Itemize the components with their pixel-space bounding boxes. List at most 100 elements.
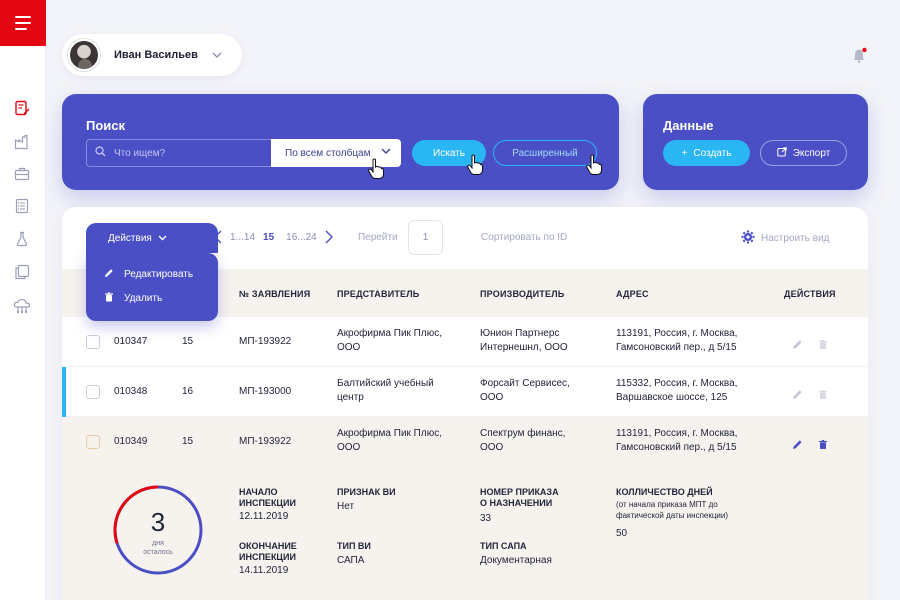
- page-range-after[interactable]: 16...24: [286, 232, 317, 243]
- sort-by-id-button[interactable]: Сортировать по ID: [481, 232, 567, 243]
- data-panel: Данные + Создать Экспорт: [643, 94, 868, 190]
- column-header[interactable]: ПРОИЗВОДИТЕЛЬ: [480, 289, 564, 299]
- menu-item-edit[interactable]: Редактировать: [104, 268, 193, 281]
- trash-icon[interactable]: [818, 387, 830, 399]
- side-rail: [0, 0, 46, 600]
- document-edit-icon[interactable]: [12, 98, 32, 118]
- cell-representative: Акрофирма Пик Плюс, ООО: [337, 328, 442, 353]
- row-checkbox[interactable]: [86, 435, 100, 449]
- sapa-type-label: ТИП САПА: [480, 541, 527, 551]
- user-profile-dropdown[interactable]: Иван Васильев: [62, 34, 242, 76]
- search-scope-value: По всем столбцам: [285, 147, 371, 159]
- bell-icon[interactable]: [851, 46, 869, 64]
- hand-cursor-icon: [368, 158, 384, 179]
- cell-representative: Акрофирма Пик Плюс, ООО: [337, 428, 442, 453]
- cell-address: 113191, Россия, г. Москва, Гамсоновский п…: [616, 328, 738, 353]
- cell-manufacturer: Форсайт Сервисес, ООО: [480, 378, 570, 403]
- column-header: ДЕЙСТВИЯ: [784, 289, 836, 299]
- actions-dropdown-button[interactable]: Действия: [86, 223, 218, 253]
- pencil-icon[interactable]: [792, 337, 804, 349]
- search-input-wrapper[interactable]: [86, 139, 272, 167]
- cell-manufacturer: Спектрум финанс, ООО: [480, 428, 566, 453]
- flask-icon[interactable]: [12, 229, 32, 249]
- configure-view-label: Настроить вид: [761, 233, 830, 244]
- pencil-icon[interactable]: [792, 387, 804, 399]
- gear-icon: [741, 230, 755, 247]
- menu-item-label: Редактировать: [124, 269, 194, 280]
- cell-application: МП-193000: [239, 386, 292, 397]
- cell-manufacturer: Юнион Партнерс Интернешнл, ООО: [480, 328, 568, 353]
- pencil-icon[interactable]: [792, 437, 804, 449]
- chevron-down-icon: [381, 146, 391, 157]
- column-header[interactable]: № ЗАЯВЛЕНИЯ: [239, 289, 310, 299]
- checklist-icon[interactable]: [12, 196, 32, 216]
- export-button[interactable]: Экспорт: [760, 140, 847, 166]
- menu-item-delete[interactable]: Удалить: [104, 292, 162, 305]
- create-label: Создать: [693, 147, 732, 159]
- goto-page-input[interactable]: 1: [408, 220, 443, 255]
- order-number-value: 33: [480, 513, 492, 524]
- search-title: Поиск: [86, 118, 126, 133]
- menu-icon: [15, 16, 31, 18]
- cell-representative: Балтийский учебный центр: [337, 378, 434, 403]
- row-checkbox[interactable]: [86, 335, 100, 349]
- plus-icon: +: [681, 147, 688, 159]
- export-icon: [777, 146, 787, 160]
- briefcase-icon[interactable]: [12, 164, 32, 184]
- data-title: Данные: [663, 118, 714, 133]
- cloud-network-icon[interactable]: [12, 296, 32, 316]
- hand-cursor-icon: [467, 154, 483, 175]
- order-number-label: НОМЕР ПРИКАЗА О НАЗНАЧЕНИИ: [480, 487, 559, 508]
- row-checkbox[interactable]: [86, 385, 100, 399]
- column-header[interactable]: АДРЕС: [616, 289, 649, 299]
- actions-menu: Редактировать Удалить: [86, 253, 218, 321]
- search-icon: [95, 144, 106, 162]
- page-range-before[interactable]: 1...14: [230, 232, 255, 243]
- cell-application: МП-193922: [239, 436, 292, 447]
- export-label: Экспорт: [792, 147, 831, 159]
- create-button[interactable]: + Создать: [663, 140, 750, 166]
- search-panel: Поиск По всем столбцам Искать Расширенны…: [62, 94, 619, 190]
- cell-address: 115332, Россия, г. Москва, Варшавское шос…: [616, 378, 738, 403]
- user-name: Иван Васильев: [114, 48, 198, 61]
- menu-button[interactable]: [0, 0, 46, 46]
- configure-view-button[interactable]: Настроить вид: [741, 230, 829, 247]
- actions-label: Действия: [108, 232, 152, 244]
- chevron-right-icon[interactable]: [325, 230, 333, 245]
- inspection-start-label: НАЧАЛО ИНСПЕКЦИИ: [239, 487, 296, 508]
- table-row-expanded[interactable]: 010349 15 МП-193922 Акрофирма Пик Плюс, О…: [62, 417, 868, 467]
- table-row[interactable]: 010348 16 МП-193000 Балтийский учебный це…: [62, 367, 868, 417]
- cell-number: 15: [182, 336, 194, 347]
- factory-icon[interactable]: [12, 132, 32, 152]
- menu-item-label: Удалить: [124, 293, 163, 304]
- vi-sign-value: Нет: [337, 501, 355, 512]
- cell-number: 15: [182, 436, 194, 447]
- days-count-label: КОЛЛИЧЕСТВО ДНЕЙ: [616, 487, 713, 497]
- goto-label: Перейти: [358, 232, 398, 243]
- vi-type-label: ТИП ВИ: [337, 541, 371, 551]
- table-row[interactable]: 010347 15 МП-193922 Акрофирма Пик Плюс, О…: [62, 317, 868, 367]
- trash-icon[interactable]: [818, 337, 830, 349]
- cell-id: 010349: [114, 436, 148, 447]
- chevron-down-icon: [158, 233, 167, 244]
- current-page[interactable]: 15: [263, 232, 274, 243]
- days-count-value: 50: [616, 528, 628, 539]
- inspection-end-value: 14.11.2019: [239, 565, 289, 576]
- row-details: 3 дня осталось НАЧАЛО ИНСПЕКЦИИ 12.11.2019…: [62, 467, 868, 600]
- cell-address: 113191, Россия, г. Москва, Гамсоновский п…: [616, 428, 738, 453]
- cell-id: 010348: [114, 386, 148, 397]
- days-left-caption: дня осталось: [143, 540, 173, 556]
- days-left-value: 3: [150, 507, 166, 537]
- column-header[interactable]: ПРЕДСТАВИТЕЛЬ: [337, 289, 419, 299]
- inspection-end-label: ОКОНЧАНИЕ ИНСПЕКЦИИ: [239, 541, 297, 562]
- advanced-search-button[interactable]: Расширенный: [493, 140, 597, 166]
- sapa-type-value: Документарная: [480, 555, 552, 566]
- inspection-start-value: 12.11.2019: [239, 511, 289, 522]
- search-input[interactable]: [114, 147, 254, 159]
- copy-icon[interactable]: [12, 262, 32, 282]
- cell-number: 16: [182, 386, 194, 397]
- days-count-note: (от начала приказа МПТ до фактической дат…: [616, 500, 729, 520]
- trash-icon[interactable]: [818, 437, 830, 449]
- avatar: [68, 39, 100, 71]
- hand-cursor-icon: [586, 154, 602, 175]
